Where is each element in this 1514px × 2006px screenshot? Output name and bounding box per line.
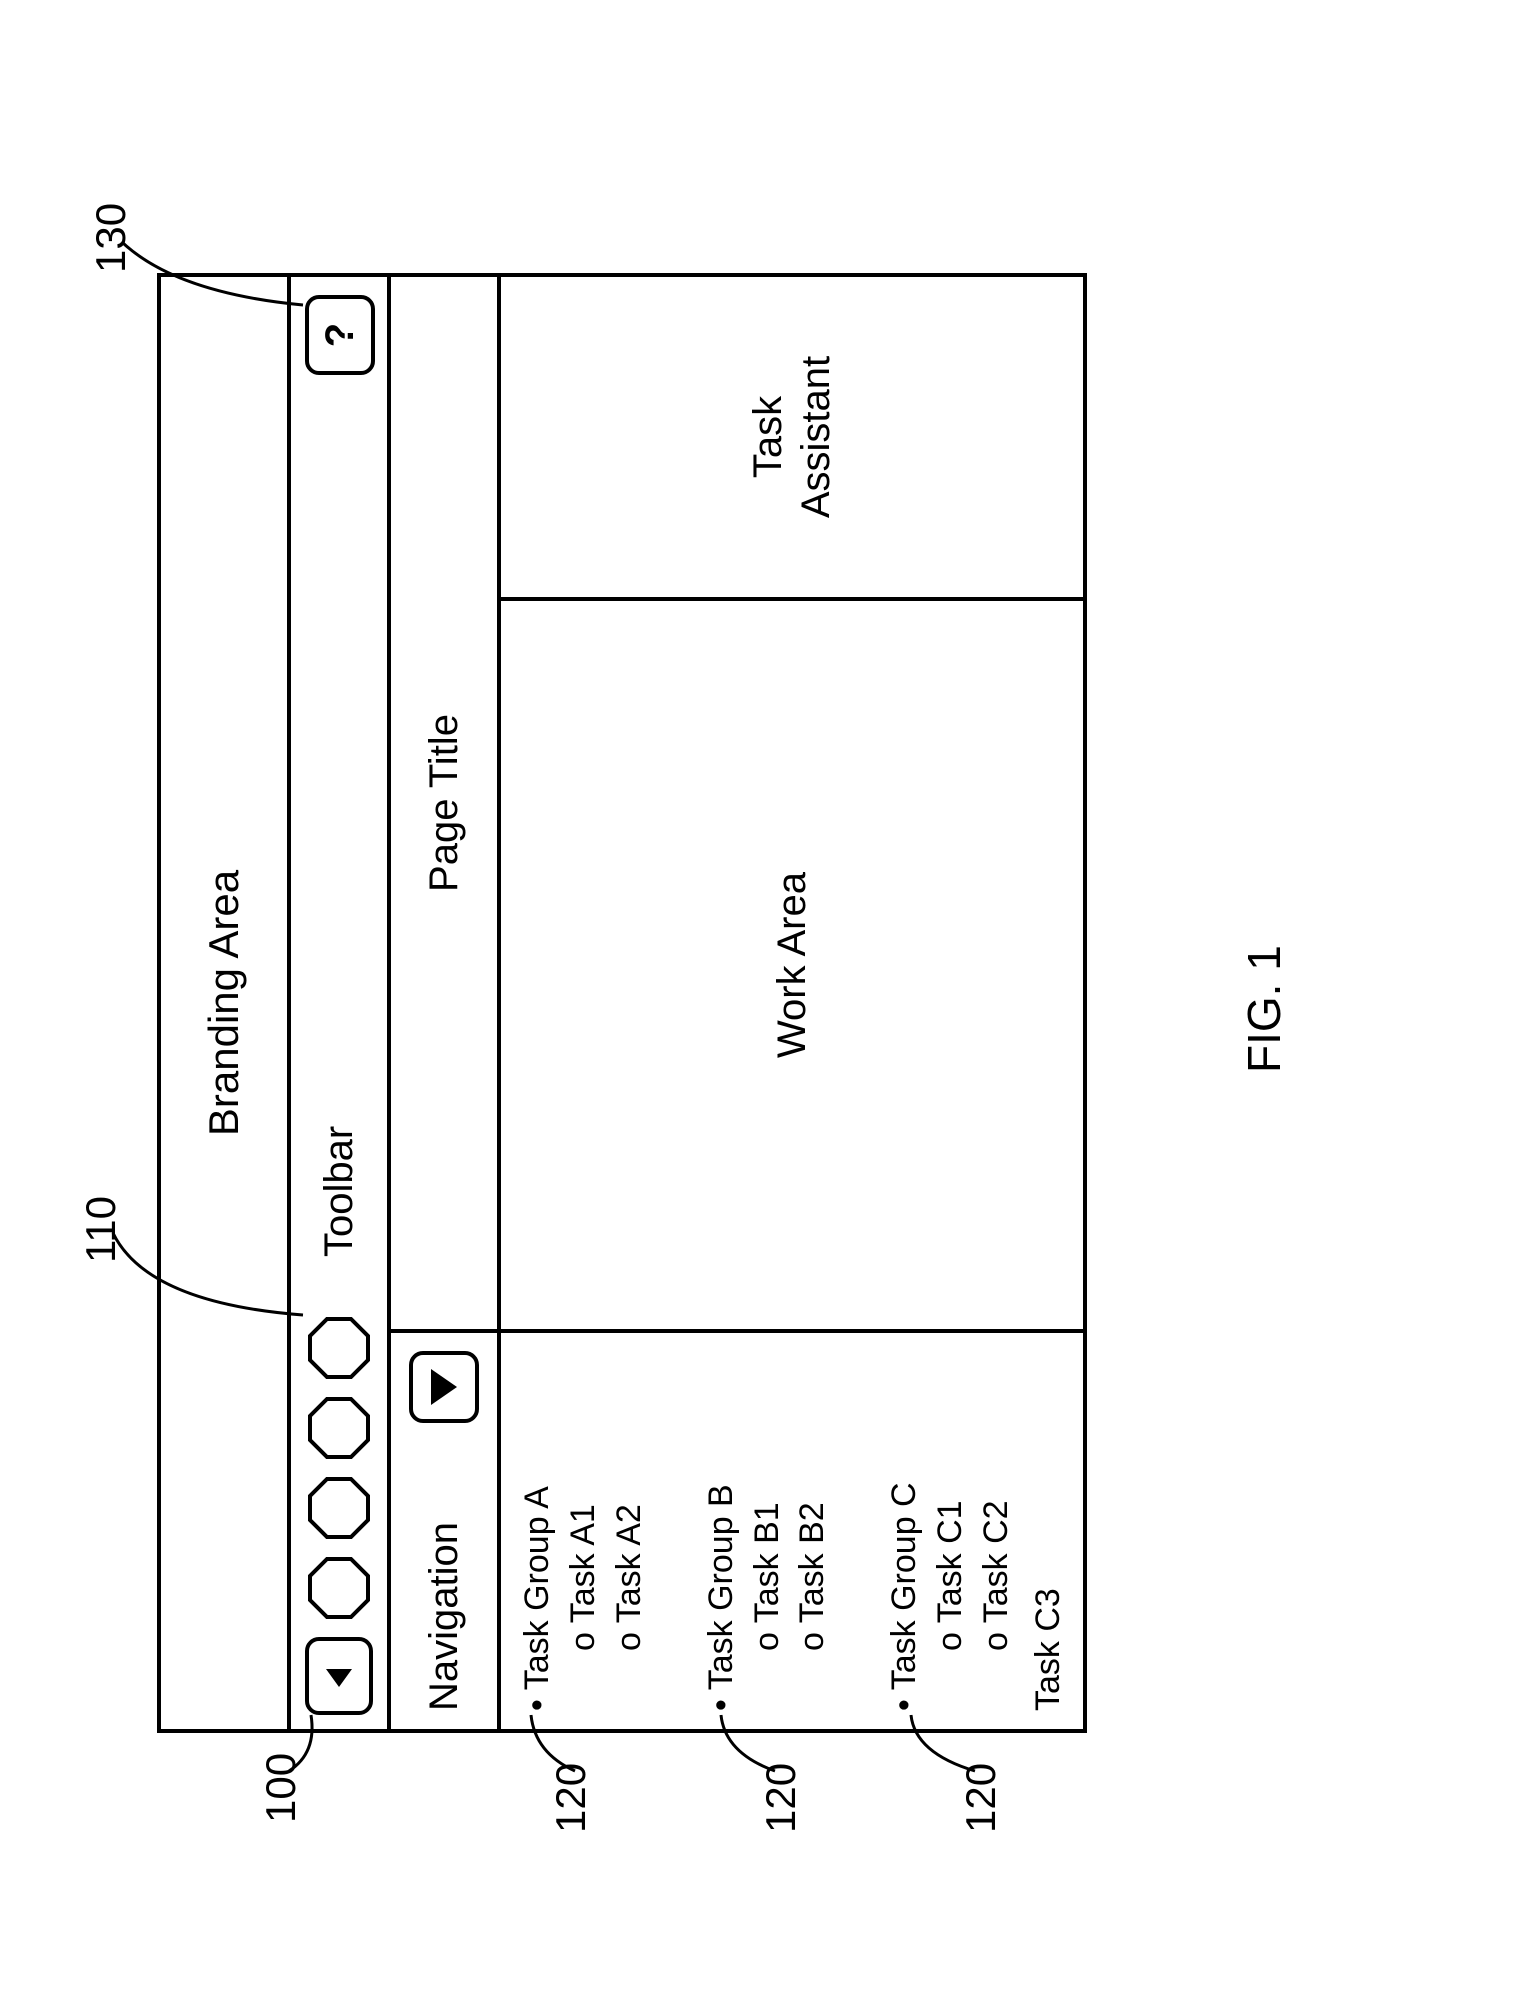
back-button[interactable]	[305, 1637, 373, 1715]
task-group-c: Task Group C Task C1 Task C2	[882, 1343, 1020, 1711]
task-assistant-label: Task Assistant	[744, 356, 840, 518]
group-title[interactable]: Task Group B	[699, 1343, 745, 1711]
task-item[interactable]: Task A1	[561, 1343, 607, 1651]
navigation-label: Navigation	[422, 1522, 467, 1711]
task-item[interactable]: Task C1	[928, 1343, 974, 1651]
callout-110: 110	[77, 1196, 125, 1263]
body: Task Group A Task A1 Task A2 Task Group …	[501, 277, 1083, 1729]
task-item[interactable]: Task B2	[790, 1343, 836, 1651]
toolbar-button-1[interactable]	[308, 1557, 370, 1619]
task-item-extra[interactable]: Task C3	[1026, 1343, 1072, 1711]
task-assistant-pane: Task Assistant	[501, 277, 1083, 597]
toolbar-button-3[interactable]	[308, 1397, 370, 1459]
callout-120c: 120	[957, 1763, 1005, 1833]
chevron-down-icon	[431, 1369, 457, 1405]
navigation-header: Navigation	[391, 1329, 497, 1729]
navigation-pane: Task Group A Task A1 Task A2 Task Group …	[501, 1329, 1083, 1729]
callout-120b: 120	[757, 1763, 805, 1833]
task-item[interactable]: Task A2	[607, 1343, 653, 1651]
branding-area: Branding Area	[161, 277, 291, 1729]
task-item[interactable]: Task C2	[974, 1343, 1020, 1651]
triangle-left-icon	[324, 1661, 354, 1691]
callout-120a: 120	[547, 1763, 595, 1833]
toolbar: Toolbar ?	[291, 277, 391, 1729]
callout-100: 100	[257, 1753, 305, 1823]
title-row: Navigation Page Title	[391, 277, 501, 1729]
question-mark-icon: ?	[318, 323, 363, 347]
group-title[interactable]: Task Group A	[515, 1343, 561, 1711]
navigation-dropdown[interactable]	[409, 1351, 479, 1423]
callout-130: 130	[87, 203, 135, 273]
task-group-b: Task Group B Task B1 Task B2	[699, 1343, 837, 1711]
figure-caption: FIG. 1	[1237, 945, 1291, 1073]
branding-label: Branding Area	[200, 870, 248, 1136]
app-window: Branding Area Toolbar ?	[157, 273, 1087, 1733]
toolbar-button-4[interactable]	[308, 1317, 370, 1379]
page-title: Page Title	[391, 277, 497, 1329]
toolbar-button-2[interactable]	[308, 1477, 370, 1539]
group-title[interactable]: Task Group C	[882, 1343, 928, 1711]
toolbar-label: Toolbar	[317, 1126, 362, 1257]
work-area: Work Area	[501, 597, 1083, 1329]
task-item[interactable]: Task B1	[745, 1343, 791, 1651]
help-button[interactable]: ?	[305, 295, 375, 375]
task-group-a: Task Group A Task A1 Task A2	[515, 1343, 653, 1711]
